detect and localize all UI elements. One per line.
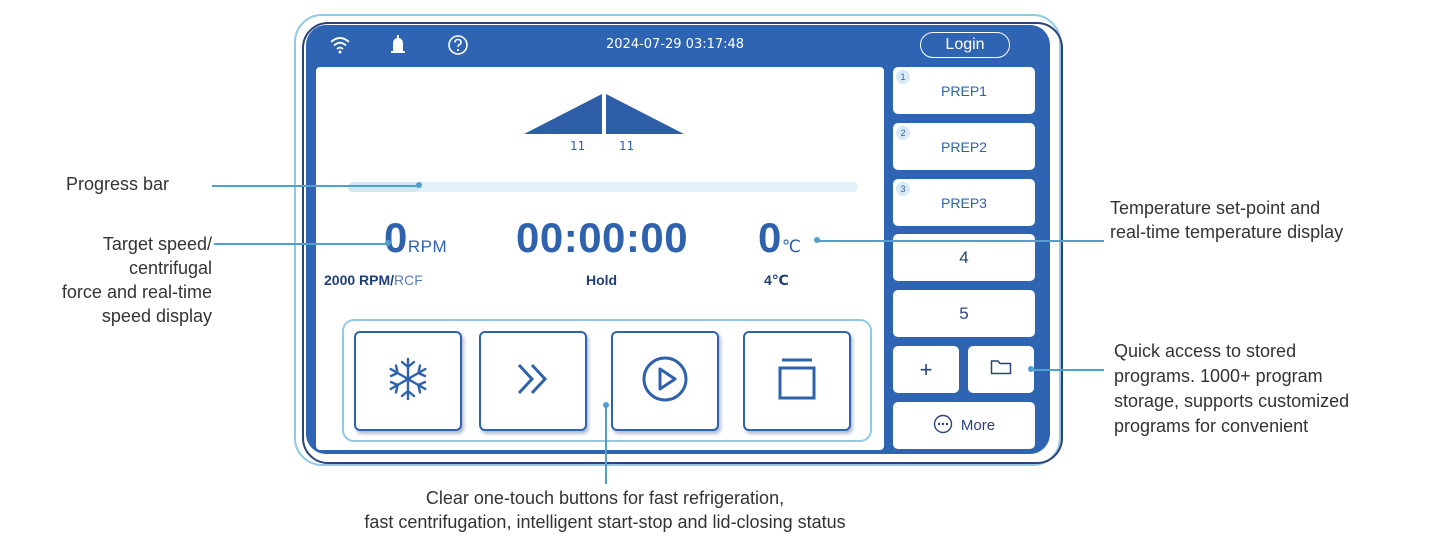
speed-value: 0 [384, 214, 408, 261]
plus-icon: + [919, 356, 933, 382]
status-bar: 2024-07-29 03:17:48 Login [306, 25, 1050, 65]
progress-bar [348, 182, 858, 192]
more-label: More [960, 417, 996, 434]
wifi-icon [328, 33, 352, 57]
program-button-prep2[interactable]: 2 PREP2 [893, 123, 1035, 170]
callout-programs: Quick access to stored programs. 1000+ p… [1114, 339, 1349, 438]
callout-line-speed [214, 243, 388, 245]
program-label: PREP2 [941, 138, 987, 155]
temperature-readout[interactable]: 0℃ [758, 217, 801, 268]
callout-line-programs [1032, 369, 1104, 371]
lid-status-button[interactable] [743, 331, 851, 431]
callout-temp-line2: real-time temperature display [1110, 222, 1344, 242]
program-label: 5 [959, 303, 969, 323]
callout-line-progress [212, 185, 420, 187]
callout-line-buttons [605, 406, 607, 484]
timer-mode-label: Hold [586, 272, 618, 288]
help-icon[interactable] [446, 33, 470, 57]
login-button[interactable]: Login [920, 32, 1010, 58]
temperature-unit: ℃ [781, 237, 802, 256]
program-label: 4 [959, 247, 969, 267]
play-circle-icon [641, 355, 689, 408]
callout-line-temperature [818, 240, 1104, 242]
more-button[interactable]: More [893, 402, 1035, 449]
speed-setpoint-value: 2000 RPM [324, 272, 391, 288]
fast-refrigeration-button[interactable] [354, 331, 462, 431]
timer-value: 00:00:00 [516, 214, 689, 261]
callout-programs-line1: Quick access to stored [1114, 341, 1297, 361]
callout-buttons-line2: fast centrifugation, intelligent start-s… [364, 512, 846, 532]
folder-icon [990, 359, 1012, 380]
program-button-5[interactable]: 5 [893, 290, 1035, 337]
temperature-value: 0 [758, 214, 782, 261]
callout-programs-line2: programs. 1000+ program [1114, 366, 1323, 386]
open-programs-button[interactable] [968, 346, 1034, 393]
speed-readout[interactable]: 0RPM [384, 217, 447, 268]
callout-speed: Target speed/ centrifugal force and real… [0, 232, 212, 328]
callout-buttons-line1: Clear one-touch buttons for fast refrige… [425, 488, 785, 508]
start-stop-button[interactable] [611, 331, 719, 431]
callout-buttons: Clear one-touch buttons for fast refrige… [300, 486, 910, 534]
program-button-prep1[interactable]: 1 PREP1 [893, 67, 1035, 114]
temperature-setpoint-label: 4℃ [764, 272, 789, 288]
snowflake-icon [385, 356, 431, 407]
callout-temp-line1: Temperature set-point and [1110, 198, 1321, 218]
datetime-display: 2024-07-29 03:17:48 [606, 37, 745, 52]
program-badge: 1 [896, 70, 910, 84]
lid-icon [776, 357, 818, 406]
rcf-unit-label: RCF [394, 272, 423, 288]
callout-speed-line2: centrifugal [128, 258, 212, 278]
deceleration-level-label[interactable]: 11 [619, 139, 634, 153]
callout-speed-line3: force and real-time [61, 282, 212, 302]
program-badge: 3 [896, 182, 910, 196]
program-badge: 2 [896, 126, 910, 140]
alarm-bell-icon[interactable] [386, 33, 410, 57]
program-button-prep3[interactable]: 3 PREP3 [893, 179, 1035, 226]
double-chevron-right-icon [513, 359, 553, 404]
callout-dot-progress [416, 182, 422, 188]
callout-dot-speed [385, 240, 391, 246]
callout-speed-line1: Target speed/ [102, 234, 212, 254]
callout-programs-line3: storage, supports customized [1114, 391, 1350, 411]
more-dots-icon [933, 414, 953, 438]
fast-centrifugation-button[interactable] [479, 331, 587, 431]
program-label: PREP1 [941, 82, 987, 99]
add-program-button[interactable]: + [893, 346, 959, 393]
callout-progress-bar: Progress bar [66, 174, 170, 194]
timer-readout[interactable]: 00:00:00 [516, 217, 688, 259]
program-label: PREP3 [941, 194, 987, 211]
callout-speed-line4: speed display [101, 306, 212, 326]
progress-fill [348, 182, 420, 192]
speed-setpoint-label: 2000 RPM/RCF [324, 272, 423, 288]
callout-programs-line4: programs for convenient [1114, 416, 1309, 436]
speed-unit: RPM [407, 237, 448, 256]
acceleration-level-label[interactable]: 11 [570, 139, 585, 153]
callout-temperature: Temperature set-point and real-time temp… [1110, 196, 1343, 244]
speed-ramp-graphic [524, 93, 684, 139]
